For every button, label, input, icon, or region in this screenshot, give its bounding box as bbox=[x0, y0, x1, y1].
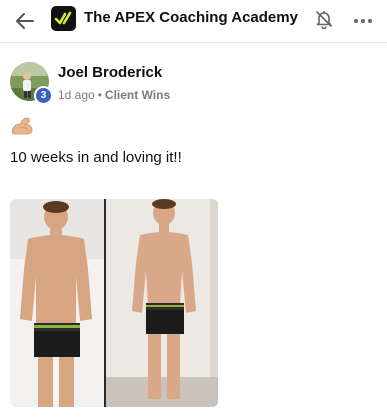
more-options-button[interactable] bbox=[352, 14, 374, 26]
post-emoji bbox=[10, 115, 34, 135]
post-time: 1d ago bbox=[58, 88, 95, 102]
apex-logo-icon bbox=[51, 6, 76, 31]
meta-separator: • bbox=[97, 88, 102, 102]
group-logo[interactable] bbox=[51, 6, 76, 31]
top-bar: The APEX Coaching Academy bbox=[0, 0, 387, 43]
flexed-biceps-icon bbox=[11, 117, 33, 135]
before-after-photo bbox=[10, 199, 218, 407]
group-title[interactable]: The APEX Coaching Academy bbox=[84, 9, 298, 26]
level-badge: 3 bbox=[34, 86, 53, 105]
post-meta: 1d ago • Client Wins bbox=[58, 88, 170, 102]
notifications-toggle[interactable] bbox=[313, 8, 335, 30]
post-category[interactable]: Client Wins bbox=[105, 88, 170, 102]
back-button[interactable] bbox=[12, 8, 38, 34]
post-text: 10 weeks in and loving it!! bbox=[10, 149, 182, 166]
bell-muted-icon bbox=[316, 11, 332, 30]
post-detail-screen: The APEX Coaching Academy 3 Joel Broderi… bbox=[0, 0, 387, 420]
more-horizontal-icon bbox=[354, 19, 372, 23]
author-name[interactable]: Joel Broderick bbox=[58, 64, 162, 81]
post-image[interactable] bbox=[10, 199, 218, 407]
arrow-left-icon bbox=[16, 13, 34, 29]
